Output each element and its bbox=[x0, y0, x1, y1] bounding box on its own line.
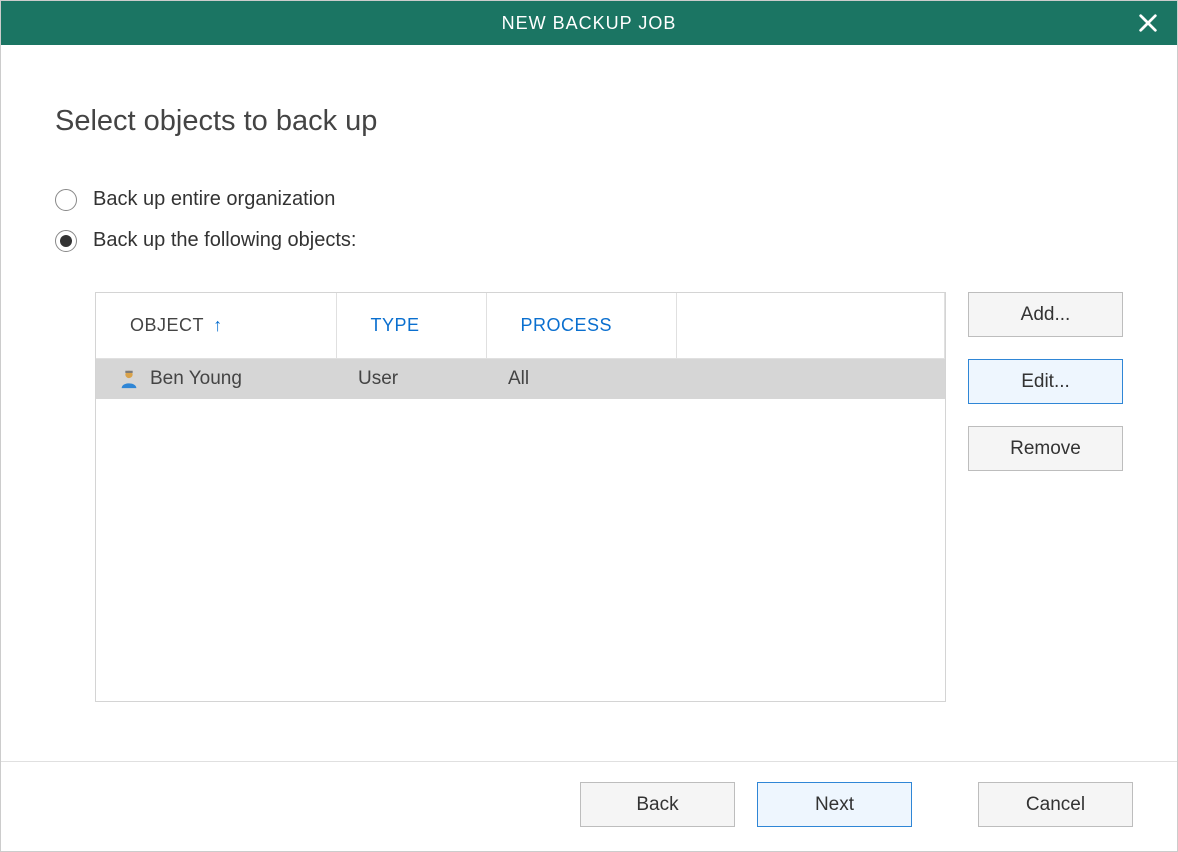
side-buttons: Add... Edit... Remove bbox=[968, 292, 1123, 702]
back-button[interactable]: Back bbox=[580, 782, 735, 827]
remove-button[interactable]: Remove bbox=[968, 426, 1123, 471]
cancel-button[interactable]: Cancel bbox=[978, 782, 1133, 827]
page-title: Select objects to back up bbox=[55, 105, 1123, 138]
sort-ascending-icon: ↑ bbox=[213, 315, 223, 335]
dialog-footer: Back Next Cancel bbox=[1, 761, 1177, 851]
objects-area: OBJECT ↑ TYPE PROCESS bbox=[95, 292, 1123, 702]
title-bar: NEW BACKUP JOB bbox=[1, 1, 1177, 45]
cell-empty bbox=[676, 359, 945, 399]
objects-table-wrap: OBJECT ↑ TYPE PROCESS bbox=[95, 292, 946, 702]
add-button[interactable]: Add... bbox=[968, 292, 1123, 337]
column-header-process[interactable]: PROCESS bbox=[486, 293, 676, 359]
objects-table: OBJECT ↑ TYPE PROCESS bbox=[96, 293, 945, 399]
user-icon bbox=[118, 368, 140, 390]
cell-type: User bbox=[336, 359, 486, 399]
radio-following-objects[interactable]: Back up the following objects: bbox=[55, 229, 1123, 252]
edit-button[interactable]: Edit... bbox=[968, 359, 1123, 404]
dialog-title: NEW BACKUP JOB bbox=[502, 13, 677, 34]
cell-object: Ben Young bbox=[96, 359, 336, 399]
column-header-empty bbox=[676, 293, 945, 359]
cell-process: All bbox=[486, 359, 676, 399]
table-row[interactable]: Ben Young User All bbox=[96, 359, 945, 399]
cell-object-text: Ben Young bbox=[150, 368, 242, 390]
radio-entire-organization[interactable]: Back up entire organization bbox=[55, 188, 1123, 211]
radio-selected-dot bbox=[60, 235, 72, 247]
nav-buttons: Back Next Cancel bbox=[580, 782, 1133, 827]
close-icon[interactable] bbox=[1137, 12, 1159, 34]
column-header-object[interactable]: OBJECT ↑ bbox=[96, 293, 336, 359]
radio-icon bbox=[55, 230, 77, 252]
radio-label: Back up entire organization bbox=[93, 188, 335, 211]
radio-icon bbox=[55, 189, 77, 211]
column-header-type[interactable]: TYPE bbox=[336, 293, 486, 359]
radio-label: Back up the following objects: bbox=[93, 229, 357, 252]
dialog-content: Select objects to back up Back up entire… bbox=[1, 45, 1177, 761]
next-button[interactable]: Next bbox=[757, 782, 912, 827]
